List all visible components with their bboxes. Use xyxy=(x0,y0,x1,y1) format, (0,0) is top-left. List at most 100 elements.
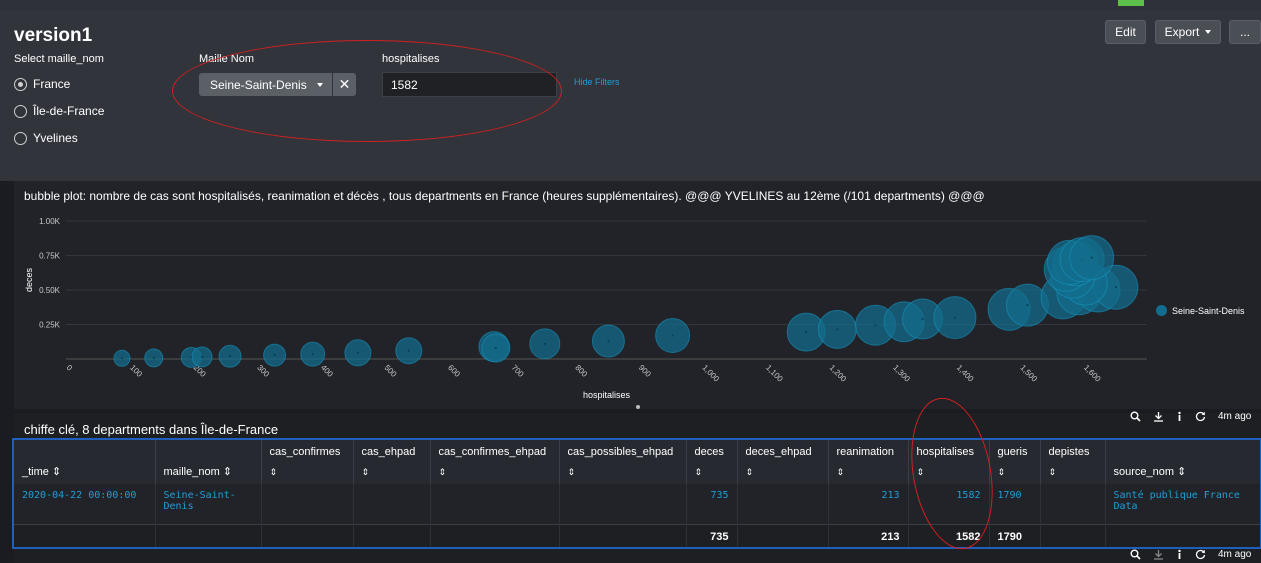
chart-toolbar: 4m ago xyxy=(1130,411,1251,422)
x-tick-label: 1,600 xyxy=(1082,363,1103,384)
column-header-cas-confirmes-ehpad[interactable]: cas_confirmes_ehpad ⇕ xyxy=(430,440,560,484)
radio-group-label: Select maille_nom xyxy=(14,53,104,65)
column-header-maille-nom[interactable]: maille_nom ⇕ xyxy=(155,440,262,484)
sort-icon[interactable]: ⇕ xyxy=(746,467,754,478)
info-icon[interactable] xyxy=(1176,549,1183,560)
total-deces: 735 xyxy=(686,523,738,547)
radio-option-ile-de-france[interactable]: Île-de-France xyxy=(14,104,104,118)
refresh-icon[interactable] xyxy=(1195,549,1206,560)
chart-legend[interactable]: Seine-Saint-Denis xyxy=(1156,305,1245,316)
data-point-center xyxy=(407,349,410,352)
info-icon[interactable] xyxy=(1176,411,1183,422)
cell-cas-possibles-ehpad xyxy=(559,484,687,524)
cell-depistes xyxy=(1040,484,1106,524)
column-header-gueris[interactable]: gueris ⇕ xyxy=(989,440,1041,484)
sort-icon[interactable]: ⇕ xyxy=(52,466,61,478)
header-label: source_nom xyxy=(1113,466,1175,478)
total-gueris: 1790 xyxy=(989,523,1041,547)
refresh-icon[interactable] xyxy=(1195,411,1206,422)
table-panel: chiffe clé, 8 departments dans Île-de-Fr… xyxy=(12,411,1261,563)
sort-icon[interactable]: ⇕ xyxy=(1177,466,1186,478)
cell-hospitalises[interactable]: 1582 xyxy=(908,484,990,524)
header-label: cas_confirmes xyxy=(269,446,341,458)
header-label: reanimation xyxy=(836,446,894,458)
data-point-center xyxy=(953,316,956,319)
sort-icon[interactable]: ⇕ xyxy=(1049,467,1057,478)
column-header-depistes[interactable]: depistes ⇕ xyxy=(1040,440,1106,484)
sort-icon[interactable]: ⇕ xyxy=(223,466,232,478)
edit-button[interactable]: Edit xyxy=(1105,20,1146,44)
column-header-deces-ehpad[interactable]: deces_ehpad ⇕ xyxy=(737,440,829,484)
hide-filters-link[interactable]: Hide Filters xyxy=(574,77,620,87)
sort-icon[interactable]: ⇕ xyxy=(568,467,576,478)
y-tick-label: 0.50K xyxy=(39,286,61,295)
sort-icon[interactable]: ⇕ xyxy=(439,467,447,478)
cell-source-nom[interactable]: Santé publique France Data xyxy=(1105,484,1260,524)
bubble-chart[interactable]: 0.25K0.50K0.75K1.00K0 100 200 300 400 500 600 7… xyxy=(14,181,1261,409)
column-header-reanimation[interactable]: reanimation ⇕ xyxy=(828,440,909,484)
column-header-time[interactable]: _time ⇕ xyxy=(14,440,156,484)
data-point-center xyxy=(874,324,877,327)
radio-label: Yvelines xyxy=(33,131,78,145)
radio-button-selected[interactable] xyxy=(14,77,27,91)
sort-icon[interactable]: ⇕ xyxy=(998,467,1006,478)
data-point-center xyxy=(273,354,276,357)
column-header-cas-ehpad[interactable]: cas_ehpad ⇕ xyxy=(353,440,431,484)
cell-gueris[interactable]: 1790 xyxy=(989,484,1041,524)
sort-icon[interactable]: ⇕ xyxy=(837,467,845,478)
more-actions-button[interactable]: ... xyxy=(1229,20,1261,44)
column-header-source-nom[interactable]: source_nom ⇕ xyxy=(1105,440,1260,484)
clear-selection-button[interactable]: ✕ xyxy=(333,73,356,96)
x-tick-label: 1,200 xyxy=(828,363,849,384)
bubble-chart-panel: bubble plot: nombre de cas sont hospital… xyxy=(14,181,1261,409)
sort-icon[interactable]: ⇕ xyxy=(695,467,703,478)
column-header-hospitalises[interactable]: hospitalises ⇕ xyxy=(908,440,990,484)
x-tick-label: 0 xyxy=(65,363,75,373)
total-cell-empty xyxy=(1040,523,1106,547)
header-label: cas_ehpad xyxy=(361,446,416,458)
radio-option-france[interactable]: France xyxy=(14,77,70,91)
export-button[interactable]: Export xyxy=(1155,20,1221,44)
top-strip xyxy=(0,0,1261,11)
data-point-center xyxy=(836,328,839,331)
dashboard-header: version1 Edit Export ... Select maille_n… xyxy=(0,11,1261,181)
data-point-center xyxy=(921,317,924,320)
cell-maille-nom[interactable]: Seine-Saint-Denis xyxy=(155,484,262,524)
header-label: maille_nom xyxy=(163,466,220,478)
table-title: chiffe clé, 8 departments dans Île-de-Fr… xyxy=(24,422,279,437)
header-label: gueris xyxy=(997,446,1028,458)
data-point-center xyxy=(152,356,155,359)
hospitalises-input[interactable]: 1582 xyxy=(382,72,557,97)
data-point-center xyxy=(671,334,674,337)
column-header-cas-confirmes[interactable]: cas_confirmes ⇕ xyxy=(261,440,354,484)
cell-reanimation[interactable]: 213 xyxy=(828,484,909,524)
search-icon[interactable] xyxy=(1130,411,1141,422)
total-reanimation: 213 xyxy=(828,523,909,547)
download-icon[interactable] xyxy=(1153,549,1164,560)
cell-cas-confirmes xyxy=(261,484,354,524)
data-point-center xyxy=(494,346,497,349)
scroll-indicator xyxy=(636,405,640,409)
sort-icon[interactable]: ⇕ xyxy=(362,467,370,478)
x-tick-label: 400 xyxy=(319,363,335,379)
column-header-deces[interactable]: deces ⇕ xyxy=(686,440,738,484)
cell-deces[interactable]: 735 xyxy=(686,484,738,524)
data-point-center xyxy=(356,351,359,354)
data-point-center xyxy=(311,353,314,356)
y-tick-label: 0.75K xyxy=(39,252,61,261)
x-tick-label: 900 xyxy=(637,363,653,379)
download-icon[interactable] xyxy=(1153,411,1164,422)
column-header-cas-possibles-ehpad[interactable]: cas_possibles_ehpad ⇕ xyxy=(559,440,687,484)
sort-icon[interactable]: ⇕ xyxy=(270,467,278,478)
sort-icon[interactable]: ⇕ xyxy=(917,467,925,478)
radio-option-yvelines[interactable]: Yvelines xyxy=(14,131,78,145)
maille-nom-dropdown[interactable]: Seine-Saint-Denis xyxy=(199,73,332,96)
cell-time[interactable]: 2020-04-22 00:00:00 xyxy=(14,484,156,524)
x-tick-label: 600 xyxy=(446,363,462,379)
dashboard-title: version1 xyxy=(14,25,93,46)
radio-button[interactable] xyxy=(14,131,27,145)
header-label: depistes xyxy=(1048,446,1090,458)
radio-button[interactable] xyxy=(14,104,27,118)
header-label: _time xyxy=(22,466,49,478)
search-icon[interactable] xyxy=(1130,549,1141,560)
